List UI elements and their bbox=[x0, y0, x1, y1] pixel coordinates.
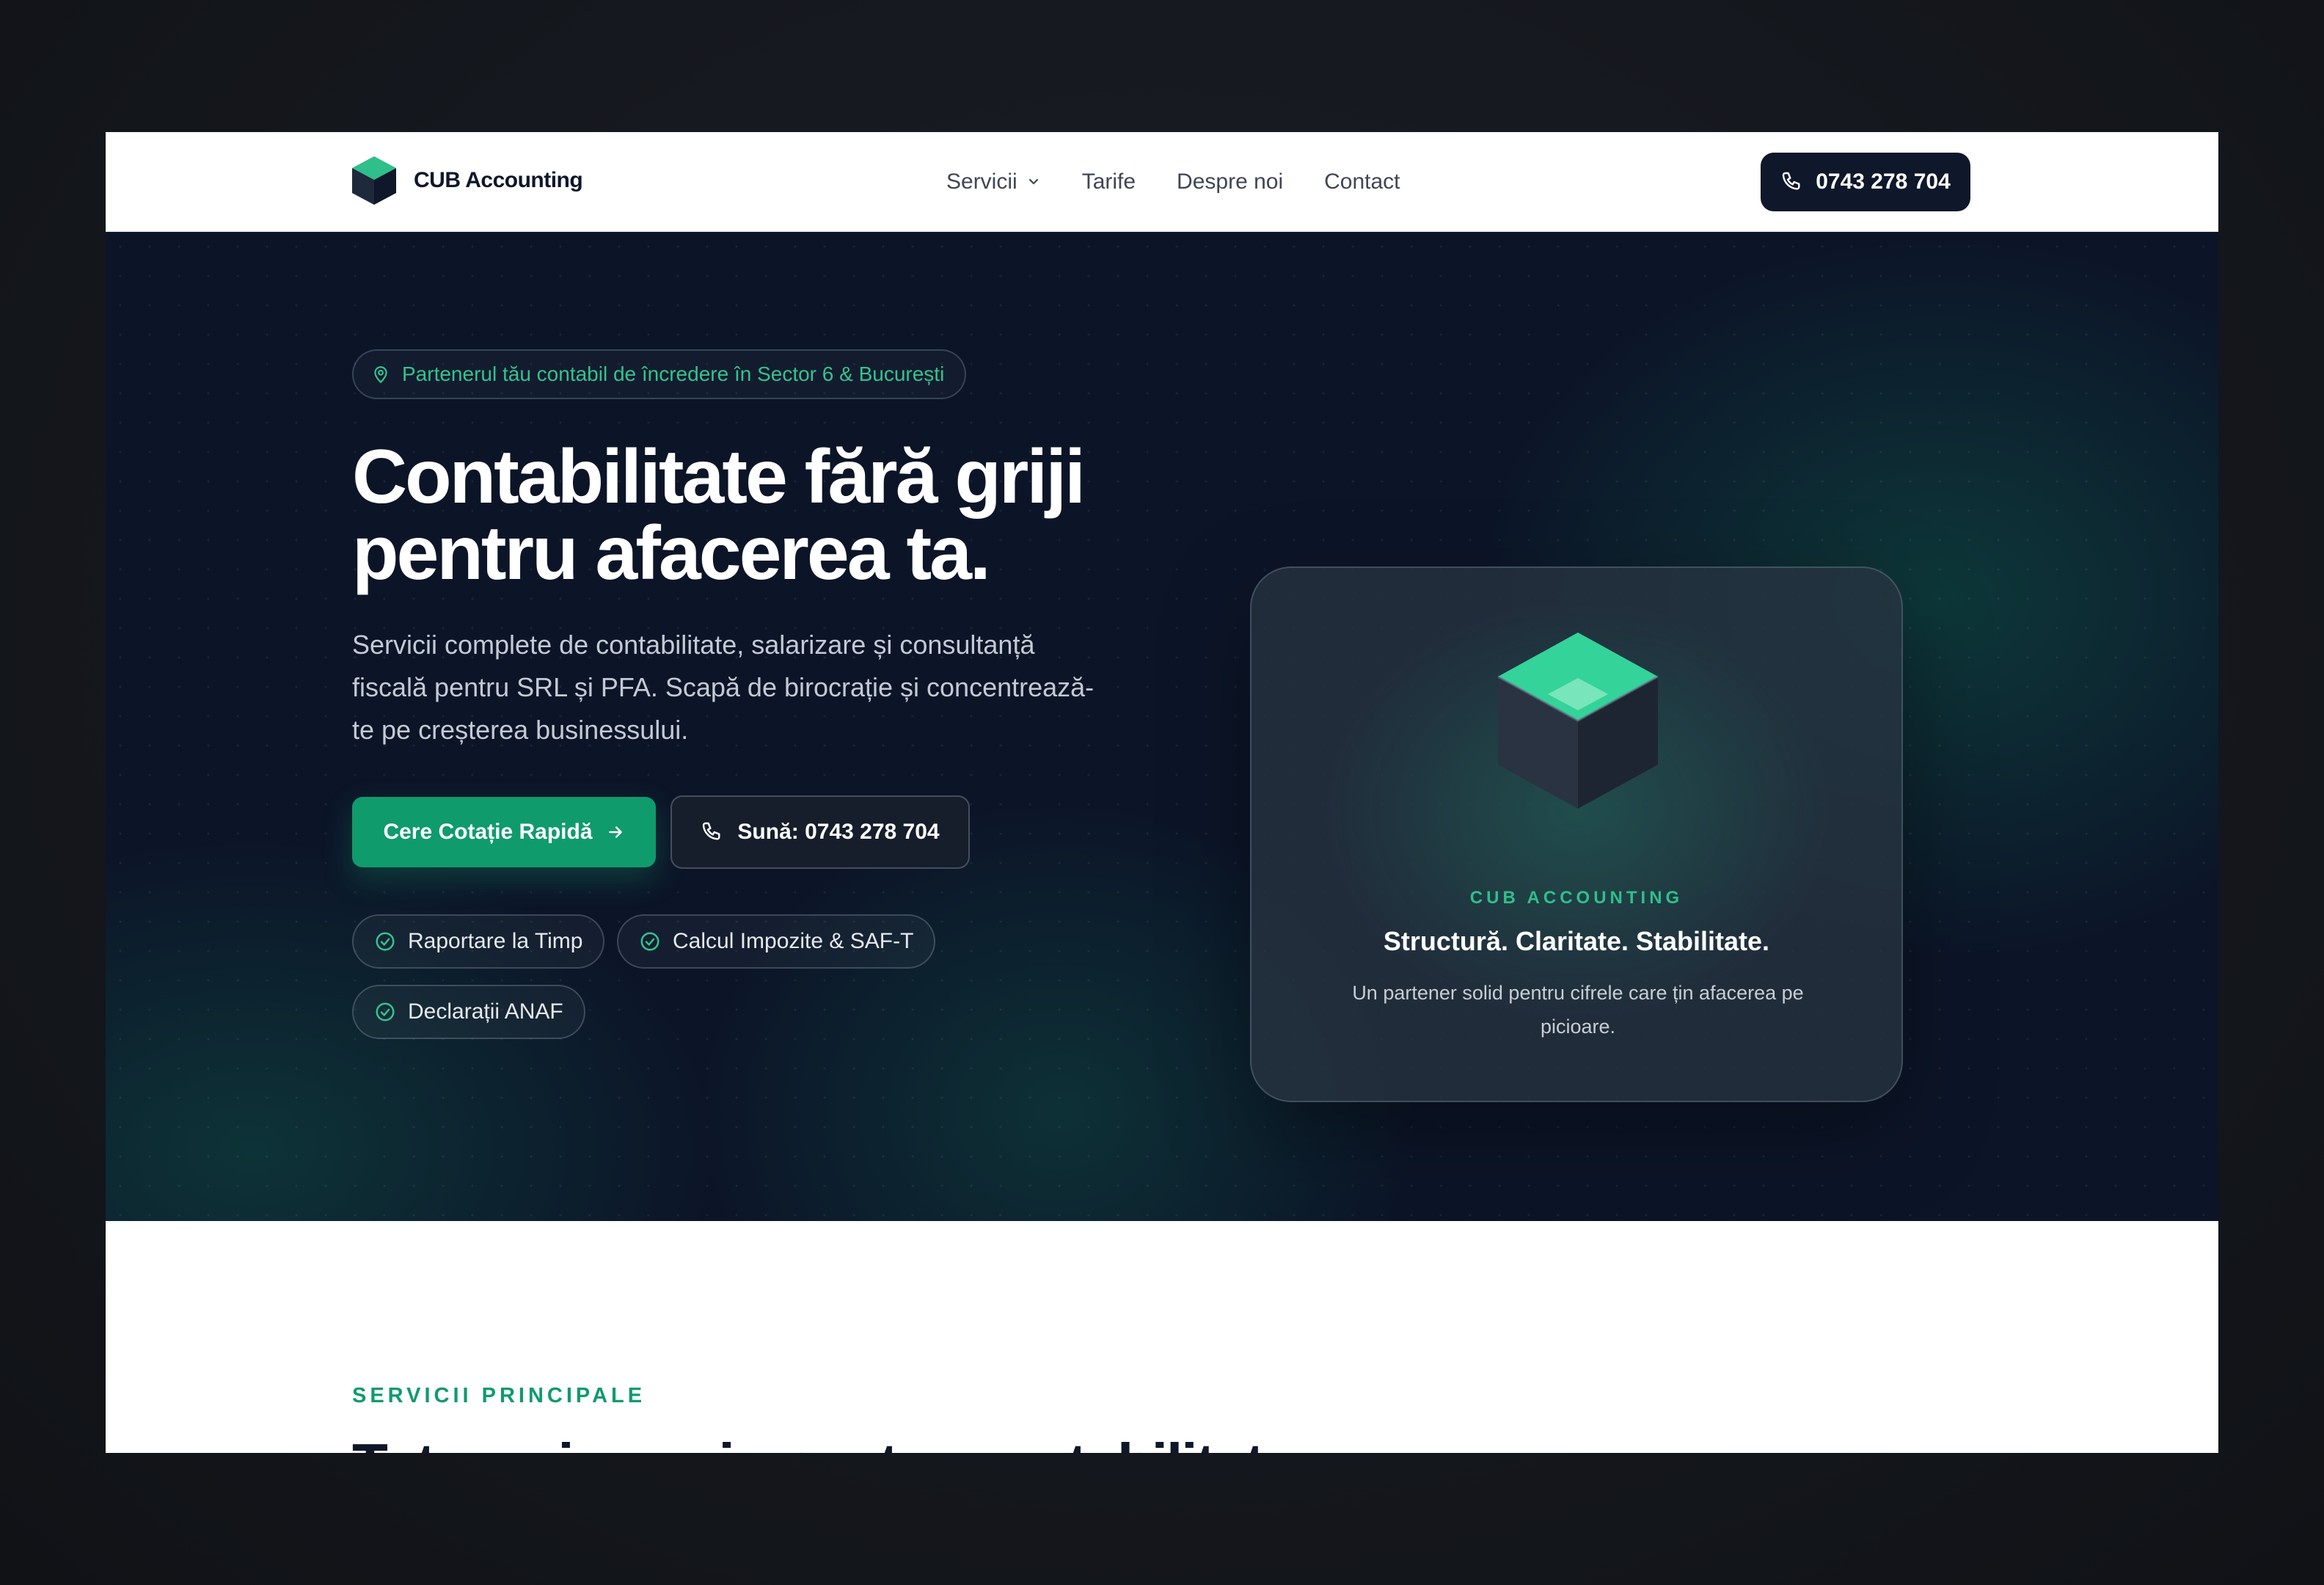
nav-phone-button[interactable]: 0743 278 704 bbox=[1761, 153, 1970, 211]
hero-section: Partenerul tău contabil de încredere în … bbox=[106, 232, 2218, 1221]
map-pin-icon bbox=[374, 366, 387, 384]
browser-viewport: CUB Accounting Servicii Tarife Despre no… bbox=[106, 132, 2218, 1453]
feature-chip-raportare: Raportare la Timp bbox=[352, 914, 605, 969]
check-circle-icon bbox=[376, 1002, 395, 1021]
top-navbar: CUB Accounting Servicii Tarife Despre no… bbox=[106, 132, 2218, 232]
call-button-label: Sună: 0743 278 704 bbox=[737, 820, 940, 844]
card-description: Un partener solid pentru cifrele care ți… bbox=[1352, 982, 1804, 1038]
main-nav: Servicii Tarife Despre noi Contact bbox=[946, 132, 1441, 232]
screenshot-background: CUB Accounting Servicii Tarife Despre no… bbox=[0, 0, 2324, 1585]
hero-headline-line-1: Contabilitate fără griji bbox=[352, 434, 1086, 520]
nav-link-despre-noi[interactable]: Despre noi bbox=[1177, 170, 1283, 194]
chevron-down-icon bbox=[1028, 178, 1038, 185]
nav-link-contact[interactable]: Contact bbox=[1324, 170, 1400, 194]
phone-icon bbox=[1783, 172, 1800, 190]
brand-name: CUB Accounting bbox=[414, 168, 583, 192]
request-quote-button[interactable]: Cere Cotație Rapidă bbox=[352, 797, 656, 867]
location-badge: Partenerul tău contabil de încredere în … bbox=[352, 349, 967, 399]
nav-link-tarife[interactable]: Tarife bbox=[1082, 170, 1136, 194]
services-section: SERVICII PRINCIPALE Tot ce ai nevoie pen… bbox=[106, 1221, 2218, 1453]
brand-showcase-card: CUB ACCOUNTING Structură. Claritate. Sta… bbox=[1250, 566, 1903, 1102]
hero-headline: Contabilitate fără griji pentru afacerea… bbox=[352, 439, 1159, 591]
feature-chip-label: Declarații ANAF bbox=[408, 999, 563, 1024]
card-eyebrow: CUB ACCOUNTING bbox=[1469, 888, 1684, 908]
request-quote-label: Cere Cotație Rapidă bbox=[383, 820, 593, 844]
hero-headline-line-2: pentru afacerea ta. bbox=[352, 511, 991, 596]
feature-chip-anaf: Declarații ANAF bbox=[352, 985, 585, 1039]
cube-logo-icon bbox=[352, 156, 396, 205]
arrow-right-icon bbox=[608, 826, 622, 838]
nav-link-label: Servicii bbox=[946, 170, 1017, 194]
location-badge-text: Partenerul tău contabil de încredere în … bbox=[402, 362, 945, 385]
feature-chip-label: Raportare la Timp bbox=[408, 929, 583, 953]
nav-phone-label: 0743 278 704 bbox=[1816, 170, 1951, 194]
phone-icon bbox=[703, 822, 720, 840]
hero-subtitle: Servicii complete de contabilitate, sala… bbox=[352, 630, 1095, 745]
check-circle-icon bbox=[640, 932, 659, 951]
brand-logo[interactable]: CUB Accounting bbox=[352, 154, 583, 207]
cube-illustration-icon bbox=[1498, 633, 1658, 809]
services-title: Tot ce ai nevoie pentru contabilitate bbox=[352, 1431, 1296, 1453]
check-circle-icon bbox=[376, 932, 395, 951]
card-title: Structură. Claritate. Stabilitate. bbox=[1383, 926, 1770, 956]
call-button[interactable]: Sună: 0743 278 704 bbox=[670, 795, 970, 869]
feature-chip-impozite: Calcul Impozite & SAF-T bbox=[617, 914, 936, 969]
services-eyebrow: SERVICII PRINCIPALE bbox=[352, 1384, 646, 1407]
nav-link-servicii[interactable]: Servicii bbox=[946, 170, 1041, 194]
feature-chip-label: Calcul Impozite & SAF-T bbox=[673, 929, 914, 953]
